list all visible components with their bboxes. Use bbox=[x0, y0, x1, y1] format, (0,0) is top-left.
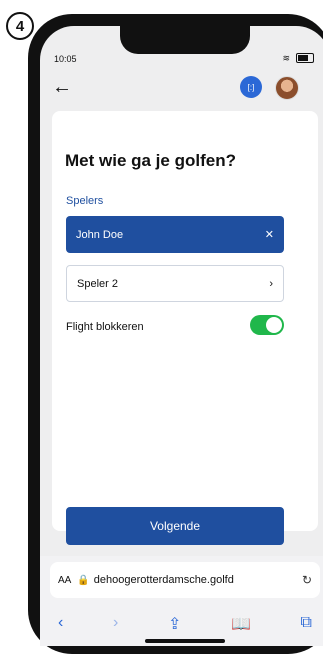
close-icon[interactable]: ✕ bbox=[265, 228, 274, 241]
text-size-button[interactable]: AA bbox=[58, 575, 71, 586]
status-icons: ≋ bbox=[282, 53, 314, 63]
player-row[interactable]: Speler 2 › bbox=[66, 265, 284, 302]
screen: 10:05 ≋ ← [:] Met wie ga je golfen? Spel… bbox=[40, 26, 323, 646]
step-badge: 4 bbox=[6, 12, 34, 40]
next-button[interactable]: Volgende bbox=[66, 507, 284, 545]
battery-icon bbox=[296, 53, 314, 63]
player-name: Speler 2 bbox=[77, 277, 118, 290]
toggle-knob bbox=[266, 317, 282, 333]
home-indicator bbox=[145, 639, 225, 643]
flight-label: Flight blokkeren bbox=[66, 321, 144, 333]
status-time: 10:05 bbox=[54, 54, 77, 64]
flight-toggle[interactable] bbox=[250, 315, 284, 335]
browser-toolbar: ‹ › ⇪ 📖 ⧉ bbox=[58, 614, 312, 634]
back-arrow-icon[interactable]: ← bbox=[52, 76, 72, 99]
player-name: John Doe bbox=[76, 228, 124, 241]
page-title: Met wie ga je golfen? bbox=[65, 151, 236, 170]
scan-icon[interactable]: [:] bbox=[240, 76, 262, 98]
browser-bar: AA 🔒 dehoogerotterdamsche.golfd ↻ ‹ › ⇪ … bbox=[40, 556, 323, 646]
avatar[interactable] bbox=[275, 76, 299, 100]
player-select-card: Met wie ga je golfen? Spelers John Doe ✕… bbox=[52, 111, 318, 545]
bookmark-icon[interactable]: 📖 bbox=[231, 614, 251, 634]
share-icon[interactable]: ⇪ bbox=[168, 614, 181, 634]
back-icon[interactable]: ‹ bbox=[58, 614, 63, 634]
tabs-icon[interactable]: ⧉ bbox=[301, 614, 312, 634]
chevron-right-icon: › bbox=[269, 277, 273, 290]
address-bar[interactable]: AA 🔒 dehoogerotterdamsche.golfd ↻ bbox=[50, 562, 320, 598]
reload-icon[interactable]: ↻ bbox=[302, 573, 312, 587]
players-label: Spelers bbox=[66, 195, 104, 207]
player-row-selected[interactable]: John Doe ✕ bbox=[66, 216, 284, 253]
url-text: dehoogerotterdamsche.golfd bbox=[93, 574, 234, 586]
forward-icon[interactable]: › bbox=[113, 614, 118, 634]
notch bbox=[120, 26, 250, 54]
wifi-icon: ≋ bbox=[282, 52, 290, 63]
lock-icon: 🔒 bbox=[77, 574, 90, 586]
